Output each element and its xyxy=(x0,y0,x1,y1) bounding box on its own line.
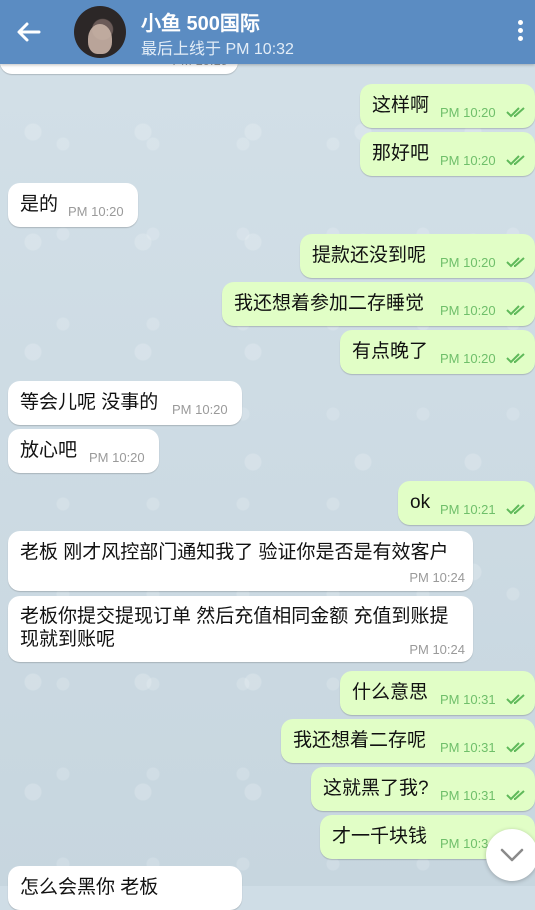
double-check-icon xyxy=(506,742,525,753)
arrow-left-icon xyxy=(17,22,41,42)
message-text: 有点晚了 xyxy=(352,341,429,362)
message-bubble-incoming[interactable]: 怎么会黑你 老板 xyxy=(8,866,242,910)
double-check-icon xyxy=(506,305,525,316)
message-time: PM 10:20 xyxy=(68,204,124,219)
message-time: PM 10:31 xyxy=(440,692,496,707)
message-time: PM 10:31 xyxy=(440,740,496,755)
double-check-icon xyxy=(506,790,525,801)
message-bubble-outgoing[interactable]: 提款还没到呢 PM 10:20 xyxy=(300,234,535,278)
message-bubble-outgoing[interactable]: 有点晚了 PM 10:20 xyxy=(340,330,535,374)
message-time: PM 10:20 xyxy=(440,105,496,120)
message-bubble-outgoing[interactable]: 什么意思 PM 10:31 xyxy=(340,671,535,715)
message-time: PM 10:31 xyxy=(440,788,496,803)
message-bubble-outgoing[interactable]: 我还想着二存呢 PM 10:31 xyxy=(281,719,535,763)
message-time: PM 10:20 xyxy=(172,402,228,417)
message-text: 什么意思 xyxy=(352,682,429,703)
message-text: ok xyxy=(410,492,431,513)
chevron-down-icon xyxy=(500,848,524,862)
message-text: 这就黑了我? xyxy=(323,778,429,799)
message-text: 怎么会黑你 老板 xyxy=(20,877,159,898)
more-menu-button[interactable] xyxy=(515,20,525,44)
message-text: 是的 xyxy=(20,194,59,215)
message-time: PM 10:20 xyxy=(440,153,496,168)
message-time: PM 10:20 xyxy=(89,450,145,465)
double-check-icon xyxy=(506,353,525,364)
double-check-icon xyxy=(506,257,525,268)
message-bubble-outgoing[interactable]: 这就黑了我? PM 10:31 xyxy=(311,767,535,811)
message-bubble-incoming[interactable]: 是的 PM 10:20 xyxy=(8,183,138,227)
message-time: PM 10:3 xyxy=(440,836,489,851)
back-button[interactable] xyxy=(14,18,42,46)
double-check-icon xyxy=(506,504,525,515)
message-text: 等会儿呢 没事的 xyxy=(20,392,159,413)
double-check-icon xyxy=(506,155,525,166)
chat-title[interactable]: 小鱼 500国际 xyxy=(141,7,260,36)
chat-header: 小鱼 500国际 最后上线于 PM 10:32 xyxy=(0,0,535,64)
message-time: PM 10:20 xyxy=(440,303,496,318)
scroll-to-bottom-button[interactable] xyxy=(486,829,535,881)
double-check-icon xyxy=(506,107,525,118)
message-bubble-outgoing[interactable]: ok PM 10:21 xyxy=(398,481,535,525)
message-text: 这样啊 xyxy=(372,95,430,116)
last-seen-status: 最后上线于 PM 10:32 xyxy=(141,41,294,58)
message-bubble-incoming[interactable]: 老板你提交提现订单 然后充值相同金额 充值到账提现就到账呢 PM 10:24 xyxy=(8,596,473,662)
message-bubble-outgoing[interactable]: 那好吧 PM 10:20 xyxy=(360,132,535,176)
message-bubble-incoming[interactable]: 放心吧 PM 10:20 xyxy=(8,429,159,473)
message-text: 提款还没到呢 xyxy=(312,245,427,266)
message-text: 放心吧 xyxy=(20,440,78,461)
double-check-icon xyxy=(506,694,525,705)
message-time: PM 10:24 xyxy=(409,642,465,657)
avatar[interactable] xyxy=(74,6,126,58)
message-bubble-incoming[interactable]: 老板 刚才风控部门通知我了 验证你是否是有效客户 PM 10:24 xyxy=(8,531,473,591)
message-bubble-incoming[interactable]: 等会儿呢 没事的 PM 10:20 xyxy=(8,381,242,425)
message-time: PM 10:21 xyxy=(440,502,496,517)
more-vertical-icon xyxy=(517,20,523,25)
message-bubble-outgoing[interactable]: 我还想着参加二存睡觉 PM 10:20 xyxy=(222,282,535,326)
message-text: 老板你提交提现订单 然后充值相同金额 充值到账提现就到账呢 xyxy=(20,606,449,650)
message-time: PM 10:24 xyxy=(409,570,465,585)
message-text: 那好吧 xyxy=(372,143,430,164)
message-time: PM 10:20 xyxy=(440,255,496,270)
message-text: 才一千块钱 xyxy=(332,826,428,847)
message-time: PM 10:20 xyxy=(440,351,496,366)
message-text: 我还想着参加二存睡觉 xyxy=(234,293,425,314)
message-text: 我还想着二存呢 xyxy=(293,730,427,751)
message-text: 老板 刚才风控部门通知我了 验证你是否是有效客户 xyxy=(20,542,449,563)
message-bubble-outgoing[interactable]: 这样啊 PM 10:20 xyxy=(360,84,535,128)
